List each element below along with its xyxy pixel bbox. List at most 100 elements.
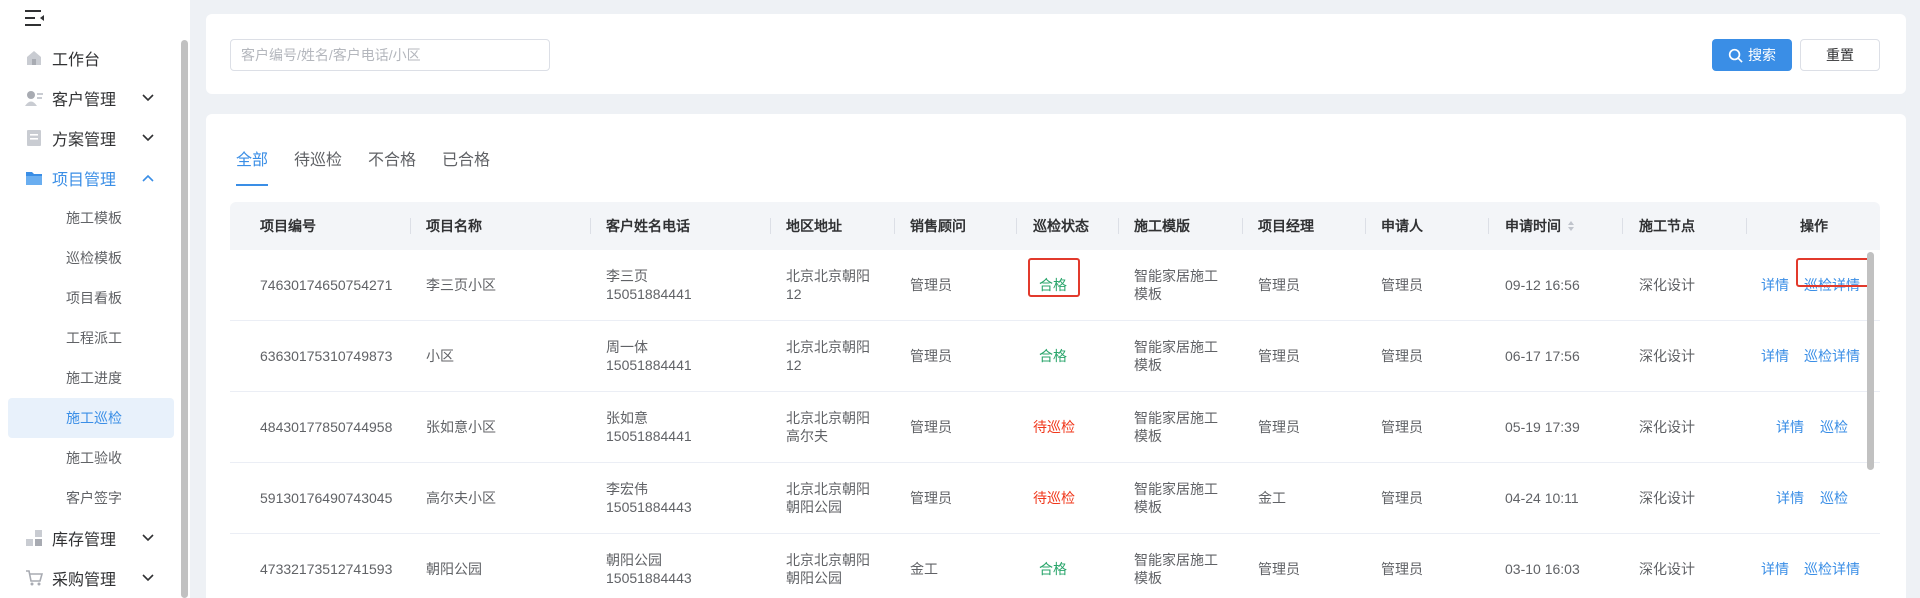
detail-link[interactable]: 详情	[1761, 534, 1789, 598]
sidebar-subitem-acceptance[interactable]: 施工验收	[8, 438, 174, 478]
detail-link[interactable]: 详情	[1761, 321, 1789, 391]
cell-project-id: 63630175310749873	[260, 348, 393, 364]
search-button-label: 搜索	[1748, 47, 1776, 63]
cell-node: 深化设计	[1639, 561, 1695, 577]
cell-pm: 管理员	[1258, 561, 1300, 577]
template-line1: 智能家居施工	[1134, 410, 1218, 426]
table-header: 项目编号 项目名称 客户姓名电话 地区地址 销售顾问 巡检状态 施工模版 项目经…	[230, 202, 1880, 250]
detail-link[interactable]: 详情	[1776, 392, 1804, 462]
col-time[interactable]: 申请时间	[1505, 202, 1575, 250]
table-row: 74630174650754271 李三页小区 李三页 15051884441 北…	[230, 250, 1880, 321]
status-tabs: 全部 待巡检 不合格 已合格	[236, 146, 516, 186]
sidebar: 工作台 客户管理 方案管理 项目管理 施工模板 巡检模板 项目看板 工程派工 施…	[0, 0, 190, 598]
col-divider	[1622, 218, 1623, 234]
cell-project-name: 小区	[426, 348, 454, 364]
reset-button[interactable]: 重置	[1800, 39, 1880, 71]
cell-node: 深化设计	[1639, 348, 1695, 364]
sidebar-subitem-inspection-template[interactable]: 巡检模板	[8, 238, 174, 278]
col-actions: 操作	[1800, 218, 1828, 234]
inventory-icon	[26, 530, 42, 546]
sidebar-item-label: 项目管理	[52, 172, 117, 189]
cell-project-id: 74630174650754271	[260, 277, 393, 293]
cell-template: 智能家居施工 模板	[1134, 392, 1218, 462]
sidebar-item-label: 客户管理	[52, 92, 117, 109]
cell-project-id: 47332173512741593	[260, 561, 393, 577]
search-panel: 搜索 重置	[206, 14, 1906, 94]
detail-link[interactable]: 详情	[1776, 463, 1804, 533]
template-line2: 模板	[1134, 428, 1162, 444]
cell-time: 03-10 16:03	[1505, 561, 1580, 577]
cell-pm: 管理员	[1258, 348, 1300, 364]
highlight-box	[1028, 258, 1080, 297]
cell-time: 04-24 10:11	[1505, 490, 1579, 506]
table-row: 59130176490743045 高尔夫小区 李宏伟 15051884443 北…	[230, 463, 1880, 534]
cell-pm: 管理员	[1258, 277, 1300, 293]
inspection-detail-link[interactable]: 巡检详情	[1804, 534, 1860, 598]
col-divider	[1118, 218, 1119, 234]
address-line2: 高尔夫	[786, 428, 828, 444]
sidebar-item-purchase[interactable]: 采购管理	[8, 560, 174, 596]
tab-all[interactable]: 全部	[236, 146, 269, 186]
template-line1: 智能家居施工	[1134, 481, 1218, 497]
sidebar-item-inventory[interactable]: 库存管理	[8, 520, 174, 556]
cell-applicant: 管理员	[1381, 561, 1423, 577]
address-line1: 北京北京朝阳	[786, 339, 870, 355]
sidebar-subitem-project-board[interactable]: 项目看板	[8, 278, 174, 318]
inspection-link[interactable]: 巡检	[1820, 392, 1848, 462]
cell-customer: 朝阳公园 15051884443	[606, 534, 692, 598]
address-line1: 北京北京朝阳	[786, 552, 870, 568]
sidebar-item-project[interactable]: 项目管理	[8, 160, 174, 196]
tab-pending[interactable]: 待巡检	[294, 146, 342, 182]
col-project-id: 项目编号	[260, 218, 316, 234]
sidebar-item-label: 工作台	[52, 52, 101, 69]
inspection-detail-link[interactable]: 巡检详情	[1804, 321, 1860, 391]
inspection-link[interactable]: 巡检	[1820, 463, 1848, 533]
cell-sales: 管理员	[910, 348, 952, 364]
sidebar-item-customer[interactable]: 客户管理	[8, 80, 174, 116]
col-applicant: 申请人	[1381, 218, 1423, 234]
cell-applicant: 管理员	[1381, 277, 1423, 293]
sidebar-item-label: 方案管理	[52, 132, 117, 149]
cart-icon	[26, 570, 43, 586]
sidebar-item-workbench[interactable]: 工作台	[8, 40, 174, 76]
tab-qualified[interactable]: 已合格	[442, 146, 490, 182]
sidebar-item-label: 库存管理	[52, 532, 117, 549]
tab-unqualified[interactable]: 不合格	[368, 146, 416, 182]
col-divider	[1365, 218, 1366, 234]
detail-link[interactable]: 详情	[1761, 250, 1789, 320]
sidebar-subitem-progress[interactable]: 施工进度	[8, 358, 174, 398]
template-line1: 智能家居施工	[1134, 552, 1218, 568]
template-line2: 模板	[1134, 499, 1162, 515]
table-row: 63630175310749873 小区 周一体 15051884441 北京北京…	[230, 321, 1880, 392]
cell-applicant: 管理员	[1381, 419, 1423, 435]
search-input[interactable]	[230, 39, 550, 71]
sidebar-subitem-customer-sign[interactable]: 客户签字	[8, 478, 174, 518]
address-line2: 12	[786, 357, 802, 373]
sidebar-subitem-dispatch[interactable]: 工程派工	[8, 318, 174, 358]
sidebar-scrollbar[interactable]	[181, 40, 188, 598]
sidebar-subitem-inspection[interactable]: 施工巡检	[8, 398, 174, 438]
template-line2: 模板	[1134, 570, 1162, 586]
col-sales: 销售顾问	[910, 218, 966, 234]
sidebar-subitem-construction-template[interactable]: 施工模板	[8, 198, 174, 238]
cell-pm: 金工	[1258, 490, 1286, 506]
cell-customer: 周一体 15051884441	[606, 321, 692, 391]
menu-collapse-icon[interactable]	[25, 9, 45, 27]
cell-project-id: 48430177850744958	[260, 419, 393, 435]
table-panel: 全部 待巡检 不合格 已合格 项目编号 项目名称 客户姓名电话 地区地址 销售顾…	[206, 114, 1906, 598]
customer-phone: 15051884443	[606, 499, 692, 515]
sort-icon[interactable]	[1567, 220, 1575, 232]
address-line1: 北京北京朝阳	[786, 410, 870, 426]
col-divider	[590, 218, 591, 234]
table-scrollbar[interactable]	[1867, 252, 1874, 470]
template-line2: 模板	[1134, 286, 1162, 302]
address-line1: 北京北京朝阳	[786, 268, 870, 284]
customer-phone: 15051884441	[606, 357, 692, 373]
cell-project-id: 59130176490743045	[260, 490, 393, 506]
cell-customer: 李宏伟 15051884443	[606, 463, 692, 533]
sidebar-item-plan[interactable]: 方案管理	[8, 120, 174, 156]
status-badge: 待巡检	[1033, 490, 1075, 506]
cell-time: 05-19 17:39	[1505, 419, 1580, 435]
search-button[interactable]: 搜索	[1712, 39, 1792, 71]
cell-node: 深化设计	[1639, 419, 1695, 435]
